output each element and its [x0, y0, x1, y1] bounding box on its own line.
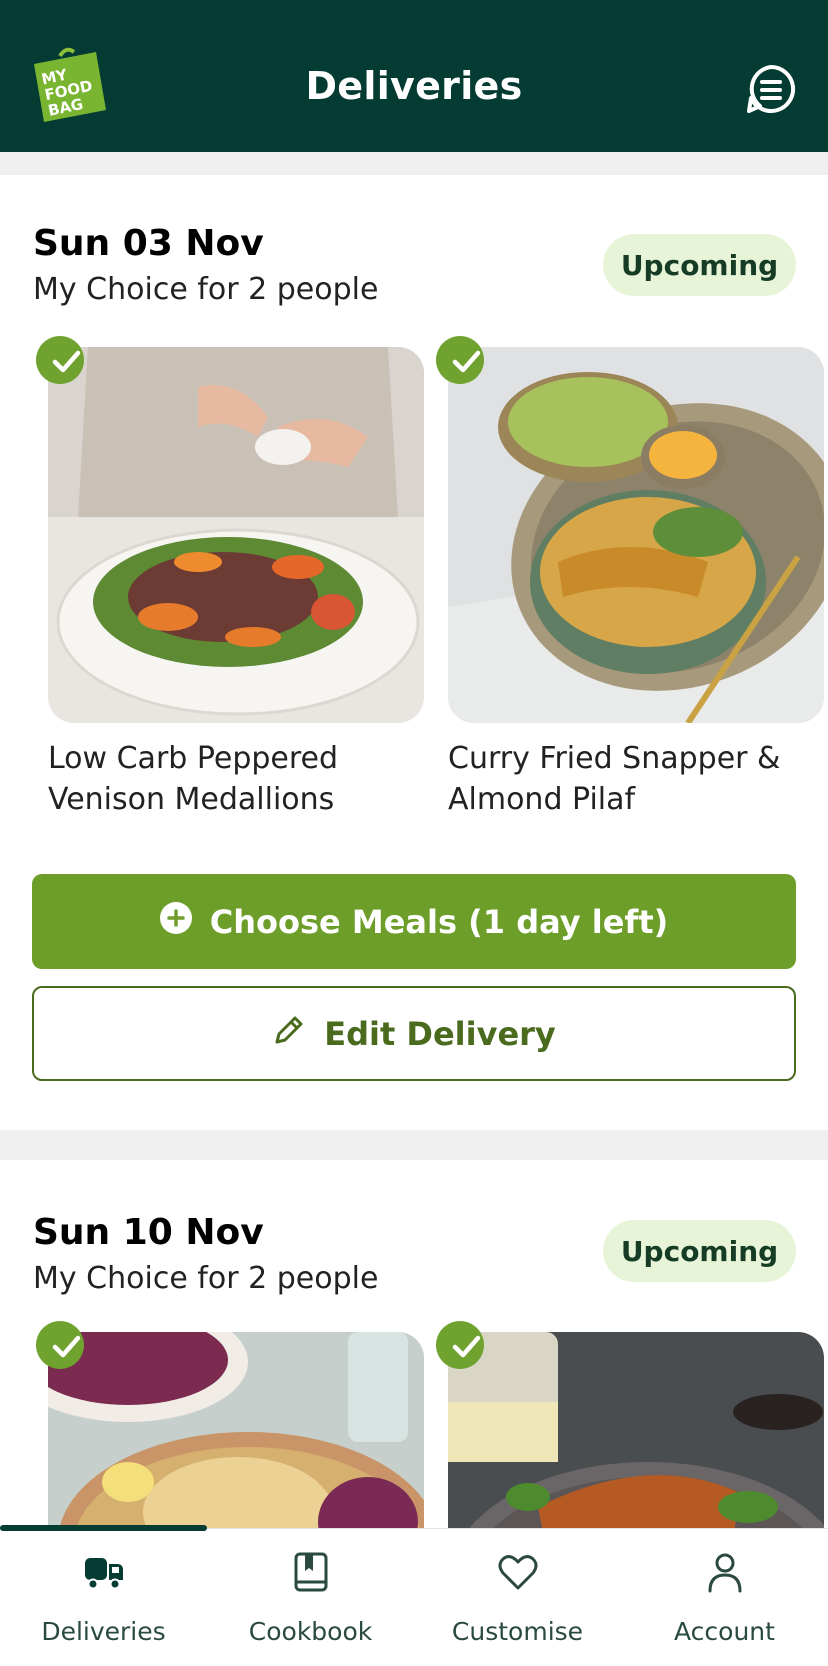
plus-circle-icon: [159, 901, 192, 942]
tab-label: Deliveries: [41, 1617, 166, 1646]
selected-check-icon[interactable]: [36, 336, 84, 384]
choose-meals-button[interactable]: Choose Meals (1 day left): [32, 874, 796, 969]
delivery-plan: My Choice for 2 people: [33, 272, 379, 307]
meal-card[interactable]: [436, 1321, 824, 1530]
meal-card[interactable]: [36, 1321, 424, 1530]
tab-cookbook[interactable]: Cookbook: [207, 1529, 414, 1666]
meal-name-line: Almond Pilaf: [448, 782, 636, 817]
meal-name-line: Venison Medallions: [48, 782, 335, 817]
tab-account[interactable]: Account: [621, 1529, 828, 1666]
status-badge: Upcoming: [603, 1220, 796, 1282]
meal-name: Low Carb Peppered Venison Medallions: [48, 738, 408, 820]
meal-name-line: Curry Fried Snapper &: [448, 741, 781, 776]
meal-card[interactable]: Curry Fried Snapper & Almond Pilaf: [436, 336, 824, 817]
menu-icon[interactable]: [746, 64, 796, 114]
meal-image[interactable]: [448, 347, 824, 723]
tab-label: Customise: [451, 1617, 584, 1646]
tab-deliveries[interactable]: Deliveries: [0, 1529, 207, 1666]
truck-icon: [83, 1551, 125, 1593]
status-badge: Upcoming: [603, 234, 796, 296]
tab-label: Account: [674, 1617, 775, 1646]
meal-image[interactable]: [48, 1332, 424, 1530]
delivery-card: Sun 03 Nov My Choice for 2 people Upcomi…: [0, 175, 828, 1130]
tab-label: Cookbook: [248, 1617, 373, 1646]
meal-name: Curry Fried Snapper & Almond Pilaf: [448, 738, 808, 820]
page-title: Deliveries: [305, 64, 523, 108]
choose-meals-label: Choose Meals (1 day left): [209, 902, 669, 941]
delivery-card: Sun 10 Nov My Choice for 2 people Upcomi…: [0, 1160, 828, 1530]
person-icon: [704, 1551, 746, 1593]
heart-icon: [497, 1551, 539, 1593]
tab-customise[interactable]: Customise: [414, 1529, 621, 1666]
edit-delivery-label: Edit Delivery: [324, 1014, 556, 1053]
meal-card[interactable]: Low Carb Peppered Venison Medallions: [36, 336, 424, 817]
meal-name-line: Low Carb Peppered: [48, 741, 339, 776]
meal-image[interactable]: [448, 1332, 824, 1530]
book-icon: [290, 1551, 332, 1593]
delivery-plan: My Choice for 2 people: [33, 1261, 379, 1296]
selected-check-icon[interactable]: [436, 1321, 484, 1369]
delivery-date: Sun 10 Nov: [33, 1212, 264, 1253]
bottom-tab-bar: Deliveries Cookbook Customise Account: [0, 1525, 828, 1666]
selected-check-icon[interactable]: [36, 1321, 84, 1369]
app-header: MY FOOD BAG Deliveries: [0, 0, 828, 152]
edit-delivery-button[interactable]: Edit Delivery: [32, 986, 796, 1081]
selected-check-icon[interactable]: [436, 336, 484, 384]
delivery-date: Sun 03 Nov: [33, 223, 264, 264]
meal-image[interactable]: [48, 347, 424, 723]
pencil-icon: [272, 1013, 306, 1055]
